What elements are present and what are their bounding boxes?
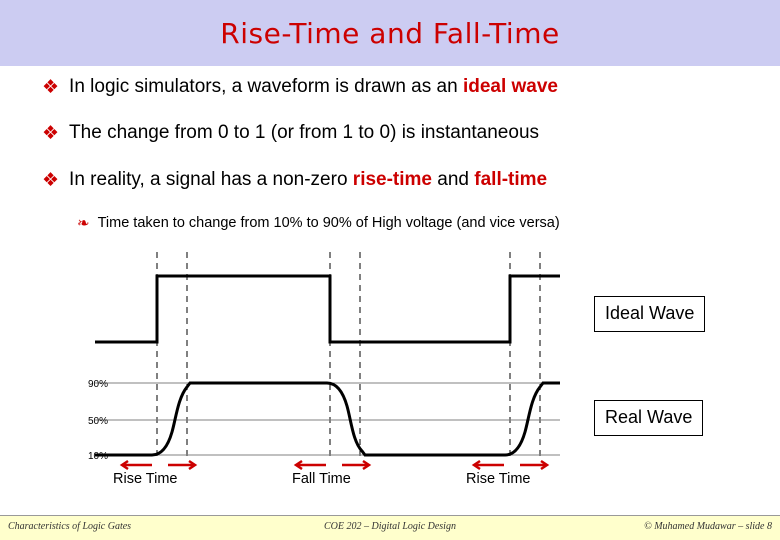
bullet-item-4: ❧ Time taken to change from 10% to 90% o… (77, 214, 560, 233)
interval-arrows (119, 459, 550, 471)
guide-lines (156, 252, 541, 458)
voltage-label-90: 90% (88, 379, 109, 390)
bullet-item-3: ❖ In reality, a signal has a non-zero ri… (42, 169, 547, 191)
slide-footer: Characteristics of Logic Gates COE 202 –… (0, 515, 780, 540)
bullet-item-2: ❖ The change from 0 to 1 (or from 1 to 0… (42, 122, 539, 144)
time-label-rise-1: Rise Time (113, 471, 178, 487)
ideal-wave-callout: Ideal Wave (594, 296, 706, 332)
footer-right-text: © Muhamed Mudawar – slide 8 (644, 521, 772, 532)
diamond-bullet-icon: ❖ (42, 122, 60, 144)
bullet-item-1: ❖ In logic simulators, a waveform is dra… (42, 76, 558, 98)
time-label-rise-2: Rise Time (466, 471, 531, 487)
voltage-label-50: 50% (88, 416, 109, 427)
bullet-text-3: In reality, a signal has a non-zero rise… (69, 169, 548, 190)
real-waveform (95, 381, 560, 457)
slide: Rise-Time and Fall-Time ❖ In logic simul… (0, 0, 780, 540)
ideal-waveform (95, 274, 560, 344)
time-label-fall: Fall Time (292, 471, 351, 487)
page-title: Rise-Time and Fall-Time (220, 16, 560, 50)
title-banner: Rise-Time and Fall-Time (0, 0, 780, 66)
diamond-bullet-icon: ❖ (42, 76, 60, 98)
waveform-diagram: 90% 50% 10% Rise Time Fall Time Rise Tim… (0, 246, 780, 506)
bullet-text-1: In logic simulators, a waveform is drawn… (69, 76, 558, 97)
bullet-text-2: The change from 0 to 1 (or from 1 to 0) … (69, 122, 540, 143)
reference-lines (95, 382, 560, 456)
voltage-label-10: 10% (88, 451, 109, 462)
floret-bullet-icon: ❧ (77, 214, 90, 232)
waveform-svg (95, 252, 560, 471)
real-wave-callout: Real Wave (594, 400, 704, 436)
bullet-text-4: Time taken to change from 10% to 90% of … (97, 215, 560, 231)
diamond-bullet-icon: ❖ (42, 169, 60, 191)
